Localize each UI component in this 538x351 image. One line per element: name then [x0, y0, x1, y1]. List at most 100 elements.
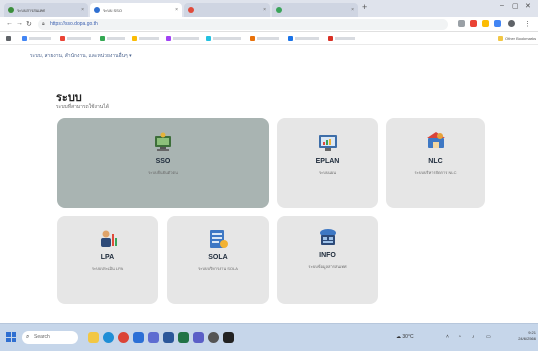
card-desc: ระบบแผน: [318, 170, 337, 175]
bookmark-favicon-icon: [166, 36, 171, 41]
tab-favicon-icon: [276, 7, 282, 13]
search-placeholder: Search: [34, 334, 50, 340]
extension-icon[interactable]: [470, 20, 477, 27]
word-icon[interactable]: [163, 332, 174, 343]
taskbar-clock[interactable]: 9:21 24/6/2566: [510, 330, 536, 342]
browser-tab[interactable]: ×: [272, 3, 358, 17]
bookmark-favicon-icon: [100, 36, 105, 41]
weather-widget[interactable]: ☁ 30°C: [396, 334, 414, 340]
sso-icon: [155, 132, 171, 151]
weather-temp: 30°C: [402, 334, 414, 340]
network-icon[interactable]: ◔: [458, 334, 461, 340]
bookmark-favicon-icon: [288, 36, 293, 41]
system-card-nlc[interactable]: NLC ระบบบริหารจัดการ NLC: [386, 118, 485, 208]
card-name: LPA: [100, 254, 115, 261]
teams-icon[interactable]: [193, 332, 204, 343]
menu-dots-icon[interactable]: ⋮: [524, 20, 531, 28]
system-card-sola[interactable]: SOLA ระบบบริหารงาน SOLA: [167, 216, 269, 304]
info-icon: [319, 229, 336, 245]
browser-tab-active[interactable]: ระบบ SSO ×: [90, 3, 182, 17]
card-desc: ระบบบริหารงาน SOLA: [198, 266, 238, 271]
edge-icon[interactable]: [103, 332, 114, 343]
taskbar-search-input[interactable]: ⌕ Search: [22, 331, 78, 344]
folder-icon: [498, 36, 503, 41]
close-tab-icon[interactable]: ×: [263, 7, 266, 13]
bookmark-item[interactable]: [288, 35, 319, 42]
chevron-up-icon[interactable]: ˄: [446, 334, 449, 340]
bookmark-favicon-icon: [206, 36, 211, 41]
system-card-lpa[interactable]: LPA ระบบประเมิน LPA: [57, 216, 158, 304]
settings-icon[interactable]: [208, 332, 219, 343]
weather-icon: ☁: [396, 334, 401, 340]
minimize-icon[interactable]: –: [500, 2, 504, 9]
card-name: SOLA: [208, 254, 228, 261]
bookmarks-bar: Other Bookmarks: [0, 32, 538, 45]
browser-tab-bar: ระบบสารสนเทศ × ระบบ SSO × × × + – ▢ ✕: [0, 0, 538, 17]
browser-address-row: ← → ↻ 🔒︎ https://sso.dopa.go.th ⋮: [0, 17, 538, 32]
card-name: NLC: [428, 158, 443, 165]
extension-icon[interactable]: [494, 20, 501, 27]
tab-favicon-icon: [94, 7, 100, 13]
system-card-info[interactable]: INFO ระบบข้อมูลสารสนเทศ: [277, 216, 378, 304]
url-input[interactable]: 🔒︎ https://sso.dopa.go.th: [38, 19, 448, 30]
tab-favicon-icon: [188, 7, 194, 13]
apps-icon[interactable]: [6, 35, 11, 42]
tab-title: ระบบสารสนเทศ: [17, 7, 45, 13]
excel-icon[interactable]: [178, 332, 189, 343]
close-tab-icon[interactable]: ×: [81, 7, 84, 13]
card-desc: ระบบประเมิน LPA: [91, 266, 124, 271]
terminal-icon[interactable]: [223, 332, 234, 343]
card-desc: ระบบบริหารจัดการ NLC: [414, 170, 457, 175]
system-card-sso[interactable]: SSO ระบบยืนยันตัวตน: [57, 118, 269, 208]
file-explorer-icon[interactable]: [88, 332, 99, 343]
browser-tab[interactable]: ระบบสารสนเทศ ×: [4, 3, 88, 17]
new-tab-button[interactable]: +: [362, 2, 367, 12]
bookmark-item[interactable]: [132, 35, 159, 42]
nlc-icon: [426, 132, 445, 148]
volume-icon[interactable]: ♪: [472, 334, 475, 340]
url-text: https://sso.dopa.go.th: [50, 21, 98, 27]
close-window-icon[interactable]: ✕: [525, 2, 531, 10]
bookmark-item[interactable]: [22, 35, 51, 42]
taskbar: ⌕ Search ☁ 30°C ˄ ◔ ♪ ▭ 9:21 24/6/2566: [0, 323, 538, 351]
other-bookmarks[interactable]: Other Bookmarks: [498, 35, 536, 42]
chrome-icon[interactable]: [118, 332, 129, 343]
card-desc: ระบบยืนยันตัวตน: [148, 170, 178, 175]
tab-favicon-icon: [8, 7, 14, 13]
forward-icon[interactable]: →: [16, 20, 23, 27]
search-icon: ⌕: [26, 334, 30, 340]
reload-icon[interactable]: ↻: [26, 20, 32, 28]
bookmark-item[interactable]: [328, 35, 355, 42]
clock-date: 24/6/2566: [518, 336, 536, 341]
bookmark-favicon-icon: [60, 36, 65, 41]
close-tab-icon[interactable]: ×: [175, 7, 178, 13]
battery-icon[interactable]: ▭: [486, 334, 491, 340]
org-selector[interactable]: ระบบ, สายงาน, สำนักงาน, และหน่วยงานอื่นๆ…: [30, 52, 132, 60]
maximize-icon[interactable]: ▢: [512, 2, 519, 10]
bookmark-favicon-icon: [22, 36, 27, 41]
sola-icon: [210, 230, 228, 248]
extension-icon[interactable]: [482, 20, 489, 27]
close-tab-icon[interactable]: ×: [351, 7, 354, 13]
bookmark-item[interactable]: [166, 35, 199, 42]
windows-start-icon[interactable]: [6, 332, 16, 342]
bookmark-item[interactable]: [206, 35, 241, 42]
profile-avatar-icon[interactable]: [508, 20, 515, 27]
card-name: EPLAN: [315, 158, 340, 165]
bookmark-favicon-icon: [132, 36, 137, 41]
eplan-icon: [318, 135, 337, 151]
bookmark-item[interactable]: [100, 35, 125, 42]
store-icon[interactable]: [148, 332, 159, 343]
back-icon[interactable]: ←: [6, 20, 13, 27]
share-icon[interactable]: [458, 20, 465, 27]
card-name: SSO: [155, 158, 171, 165]
other-bookmarks-label: Other Bookmarks: [505, 36, 537, 41]
page-subtitle: ระบบที่สามารถใช้งานได้: [56, 104, 109, 110]
lpa-icon: [100, 230, 117, 247]
mail-icon[interactable]: [133, 332, 144, 343]
browser-tab[interactable]: ×: [184, 3, 270, 17]
bookmark-item[interactable]: [60, 35, 91, 42]
tab-title: ระบบ SSO: [103, 7, 122, 13]
bookmark-item[interactable]: [250, 35, 279, 42]
system-card-eplan[interactable]: EPLAN ระบบแผน: [277, 118, 378, 208]
